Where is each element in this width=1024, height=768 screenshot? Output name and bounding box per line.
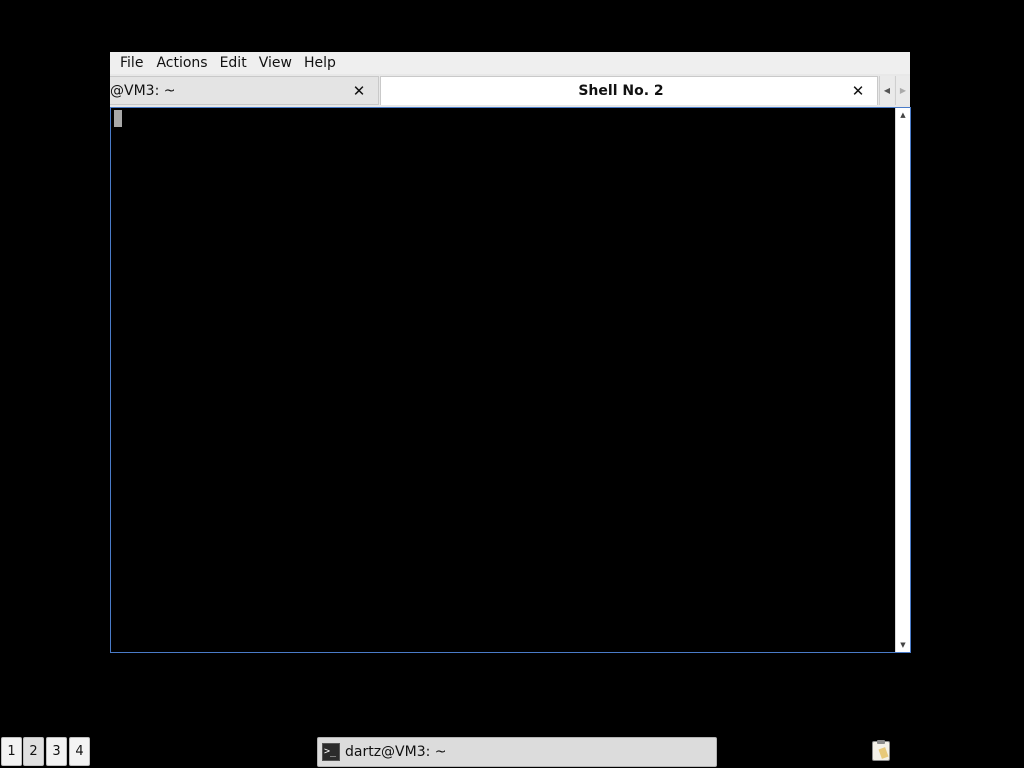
desktop-2-button[interactable]: 2 — [23, 737, 44, 766]
menu-file[interactable]: File — [110, 52, 153, 74]
tab-bar: @VM3: ~ ✕ Shell No. 2 ✕ — [110, 74, 910, 107]
desktop-3-button[interactable]: 3 — [46, 737, 67, 766]
menu-help[interactable]: Help — [298, 52, 342, 74]
taskbar-window-button[interactable]: >_ dartz@VM3: ~ — [317, 737, 717, 767]
vertical-scrollbar[interactable]: ▲ ▼ — [895, 108, 910, 652]
terminal-window: File Actions Edit View Help @VM3: ~ ✕ Sh… — [110, 52, 911, 653]
arrow-up-icon[interactable]: ▲ — [896, 109, 910, 121]
tab-shell-no-2[interactable]: Shell No. 2 ✕ — [380, 76, 878, 105]
scroll-track[interactable] — [897, 122, 909, 638]
terminal-output[interactable]: ▲ ▼ — [110, 107, 911, 653]
arrow-down-icon[interactable]: ▼ — [896, 639, 910, 651]
taskbar: 1 2 3 4 >_ dartz@VM3: ~ — [0, 736, 1024, 768]
close-icon[interactable]: ✕ — [847, 80, 869, 102]
desktop-1-button[interactable]: 1 — [1, 737, 22, 766]
tab-label: Shell No. 2 — [578, 83, 664, 99]
chevron-right-icon[interactable]: ▶ — [895, 76, 910, 105]
tab-label: @VM3: ~ — [110, 82, 176, 99]
clipboard-icon[interactable] — [872, 740, 890, 761]
menu-view[interactable]: View — [253, 52, 298, 74]
close-icon[interactable]: ✕ — [348, 80, 370, 102]
desktop: File Actions Edit View Help @VM3: ~ ✕ Sh… — [0, 0, 1024, 768]
tab-vm3[interactable]: @VM3: ~ ✕ — [110, 76, 379, 105]
chevron-left-icon[interactable]: ◀ — [879, 76, 894, 105]
task-label: dartz@VM3: ~ — [345, 744, 447, 760]
terminal-icon: >_ — [322, 743, 340, 761]
text-cursor — [114, 110, 122, 127]
menubar: File Actions Edit View Help — [110, 52, 910, 74]
desktop-4-button[interactable]: 4 — [69, 737, 90, 766]
menu-edit[interactable]: Edit — [214, 52, 253, 74]
menu-actions[interactable]: Actions — [153, 52, 213, 74]
